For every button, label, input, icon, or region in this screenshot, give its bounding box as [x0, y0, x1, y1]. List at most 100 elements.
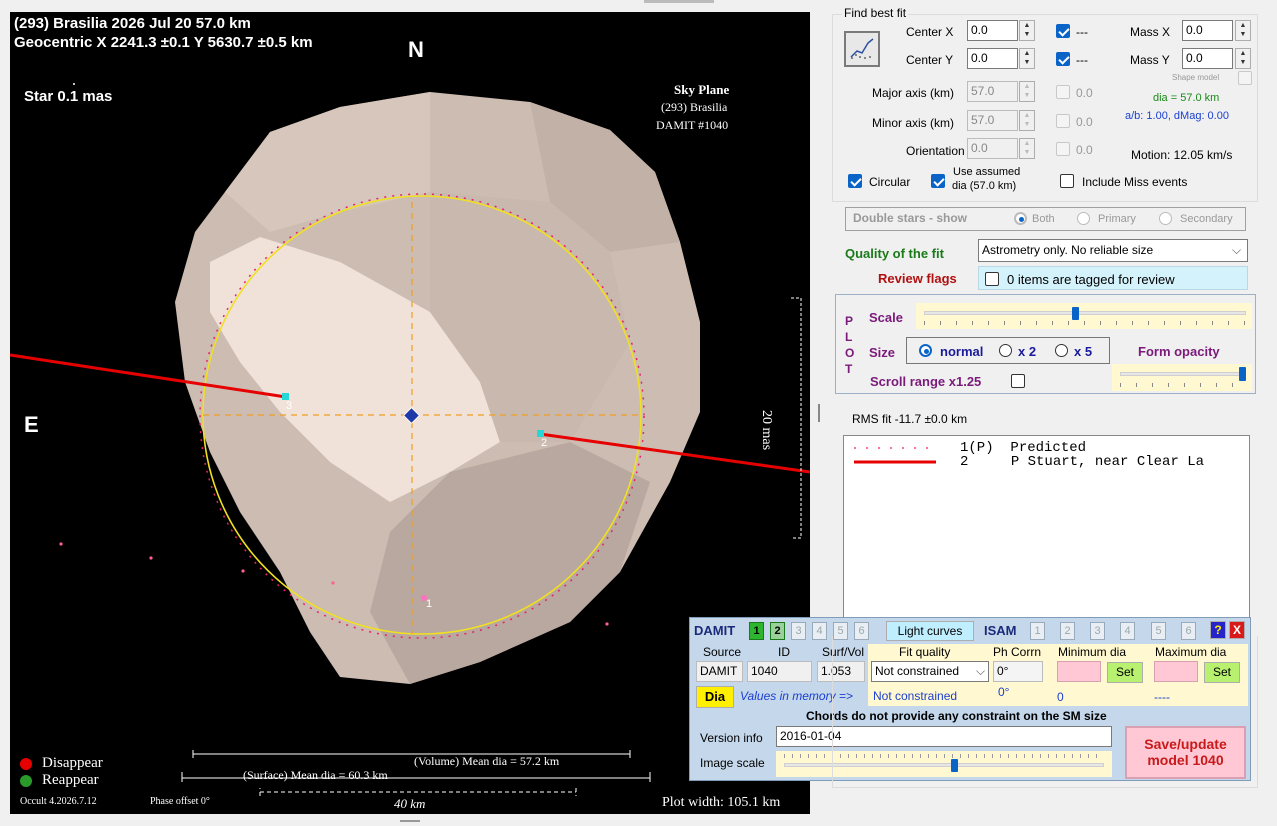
size-normal-radio[interactable] — [919, 344, 932, 357]
volume-mean-dia: (Volume) Mean dia = 57.2 km — [414, 754, 560, 768]
major-axis-checkbox[interactable] — [1056, 85, 1070, 99]
center-y-field[interactable]: 0.0 — [967, 48, 1018, 69]
miss-dot — [605, 622, 609, 626]
major-axis-field[interactable]: 57.0 — [967, 81, 1018, 102]
use-assumed-checkbox[interactable] — [931, 174, 945, 188]
vertical-splitter-handle[interactable] — [818, 404, 820, 422]
center-x-field[interactable]: 0.0 — [967, 20, 1018, 41]
secondary-radio[interactable] — [1159, 212, 1172, 225]
scale-slider[interactable] — [916, 303, 1252, 329]
phase-offset: Phase offset 0° — [150, 796, 210, 807]
scale-slider-thumb[interactable] — [1072, 307, 1080, 320]
major-axis-spinner[interactable]: ▲ ▼ — [1019, 81, 1035, 102]
mas-scale-bracket — [791, 297, 802, 539]
major-axis-label: Major axis (km) — [872, 86, 955, 100]
center-x-spinner[interactable]: ▲ ▼ — [1019, 20, 1035, 41]
dia-button[interactable]: Dia — [696, 686, 734, 708]
minor-axis-checkbox[interactable] — [1056, 114, 1070, 128]
review-flags-checkbox[interactable] — [985, 272, 999, 286]
observer-line-legend — [854, 447, 936, 464]
id-field: 1040 — [747, 661, 812, 682]
image-scale-label: Image scale — [700, 756, 765, 770]
chord-3-label: 3 — [286, 400, 293, 412]
miss-dot — [59, 542, 63, 546]
scale-slider-track — [924, 311, 1246, 315]
plot-header-line2: Geocentric X 2241.3 ±0.1 Y 5630.7 ±0.5 k… — [14, 34, 313, 51]
bottom-splitter-handle[interactable] — [400, 820, 420, 822]
form-opacity-slider[interactable] — [1112, 364, 1252, 391]
opacity-slider-ticks — [1120, 383, 1246, 387]
km-scale-label: 40 km — [394, 796, 426, 811]
col-source: Source — [703, 645, 742, 659]
observer-row-2[interactable]: 2 P Stuart, near Clear La — [960, 454, 1204, 470]
circular-label: Circular — [869, 175, 911, 189]
plot-letter-t: T — [845, 362, 853, 376]
opacity-slider-track — [1120, 372, 1246, 376]
find-best-fit-title: Find best fit — [842, 6, 909, 20]
damit-model-2[interactable]: 2 — [770, 622, 785, 640]
quality-dropdown-icon: ⌵ — [1232, 243, 1242, 257]
shape-model-checkbox[interactable] — [1238, 71, 1252, 85]
size-x2-radio[interactable] — [999, 344, 1012, 357]
mass-x-spinner[interactable]: ▲ ▼ — [1235, 20, 1251, 41]
plot-letter-l: L — [845, 330, 853, 344]
plot-width-label: Plot width: 105.1 km — [662, 795, 781, 810]
use-assumed-label-1: Use assumed — [953, 166, 1021, 178]
center-x-checkbox[interactable] — [1056, 24, 1070, 38]
mass-y-spinner[interactable]: ▲ ▼ — [1235, 48, 1251, 69]
minor-axis-field[interactable]: 57.0 — [967, 110, 1018, 131]
quality-label: Quality of the fit — [845, 246, 944, 261]
north-label: N — [408, 37, 424, 62]
motion-text: Motion: 12.05 km/s — [1131, 148, 1233, 162]
size-x5-radio[interactable] — [1055, 344, 1068, 357]
damit-title: DAMIT — [694, 623, 736, 638]
circular-checkbox[interactable] — [848, 174, 862, 188]
top-splitter-handle[interactable] — [644, 0, 714, 3]
fit-graph-icon — [850, 38, 874, 59]
mas-scale-label: 20 mas — [759, 410, 774, 451]
sky-plane-model: DAMIT #1040 — [656, 118, 729, 132]
disappear-dot — [20, 758, 32, 770]
find-best-fit-button[interactable] — [844, 31, 880, 67]
sky-plane-object: (293) Brasilia — [661, 100, 728, 114]
orientation-checkbox[interactable] — [1056, 142, 1070, 156]
volume-scale-bar — [192, 750, 631, 758]
minor-axis-label: Minor axis (km) — [872, 116, 955, 130]
both-radio[interactable] — [1014, 212, 1027, 225]
damit-model-3[interactable]: 3 — [791, 622, 806, 640]
review-flags-text: 0 items are tagged for review — [1007, 272, 1175, 287]
mass-x-label: Mass X — [1130, 25, 1171, 39]
observer-list[interactable]: 1(P) Predicted 2 P Stuart, near Clear La — [843, 435, 1250, 635]
star-dot — [73, 83, 75, 85]
mass-x-field[interactable]: 0.0 — [1182, 20, 1233, 41]
center-x-dash: --- — [1076, 25, 1088, 39]
sky-plane-title: Sky Plane — [674, 82, 730, 97]
double-stars-label: Double stars - show — [853, 211, 968, 225]
primary-label: Primary — [1098, 213, 1136, 225]
center-y-spinner[interactable]: ▲ ▼ — [1019, 48, 1035, 69]
orientation-label: Orientation — [906, 144, 965, 158]
miss-dot — [149, 556, 153, 560]
form-opacity-label: Form opacity — [1138, 344, 1220, 359]
both-label: Both — [1032, 213, 1055, 225]
orientation-spinner[interactable]: ▲ ▼ — [1019, 138, 1035, 159]
plot-header-line1: (293) Brasilia 2026 Jul 20 57.0 km — [14, 15, 251, 32]
scroll-range-checkbox[interactable] — [1011, 374, 1025, 388]
orientation-field[interactable]: 0.0 — [967, 138, 1018, 159]
mass-y-field[interactable]: 0.0 — [1182, 48, 1233, 69]
use-assumed-label-2: dia (57.0 km) — [952, 180, 1017, 192]
quality-select[interactable]: Astrometry only. No reliable size — [978, 239, 1248, 262]
center-y-checkbox[interactable] — [1056, 52, 1070, 66]
chord-3-endpoint — [282, 393, 289, 400]
size-x2-label: x 2 — [1018, 344, 1037, 359]
damit-model-1[interactable]: 1 — [749, 622, 764, 640]
miss-dot — [331, 581, 335, 585]
include-miss-checkbox[interactable] — [1060, 174, 1074, 188]
primary-radio[interactable] — [1077, 212, 1090, 225]
damit-model-4[interactable]: 4 — [812, 622, 827, 640]
observer-num: 2 — [960, 454, 969, 470]
minor-axis-spinner[interactable]: ▲ ▼ — [1019, 110, 1035, 131]
opacity-slider-thumb[interactable] — [1239, 367, 1247, 381]
size-normal-label: normal — [940, 344, 984, 359]
version-info-label: Version info — [700, 731, 763, 745]
